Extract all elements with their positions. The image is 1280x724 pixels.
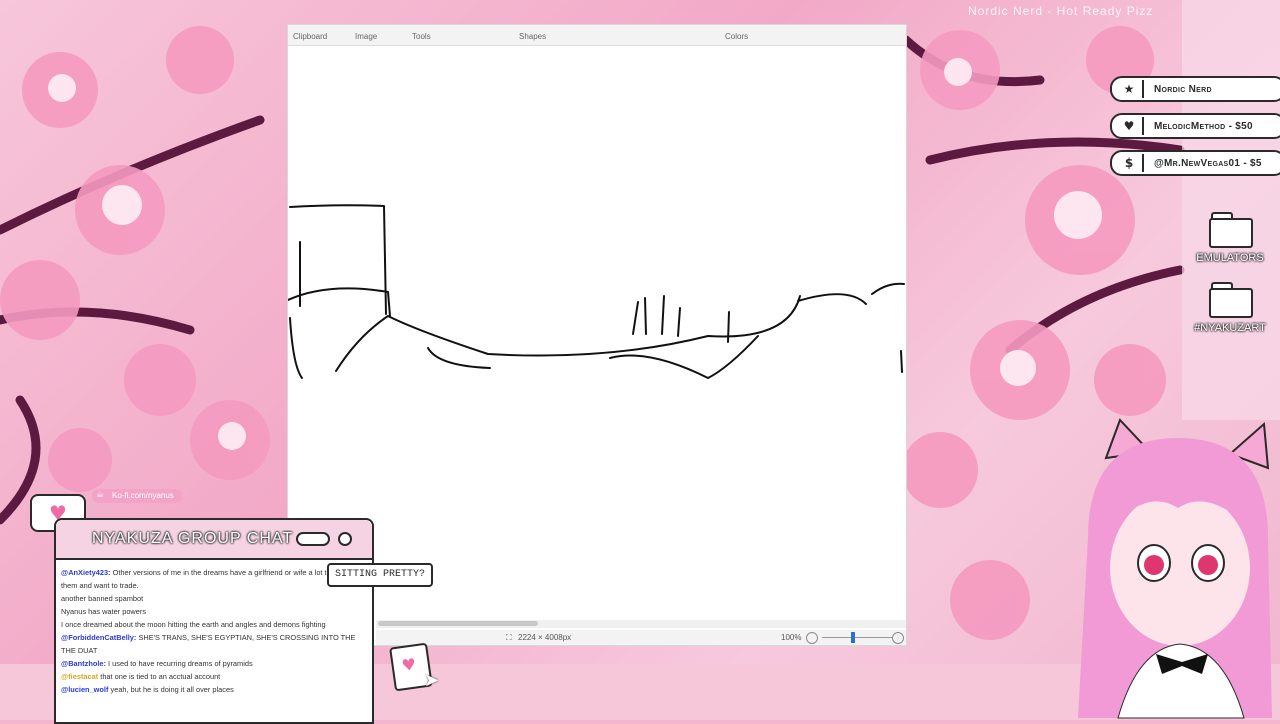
- alert-text: @Mr.NewVegas01 - $5: [1154, 157, 1262, 169]
- chat-title: NYAKUZA GROUP CHAT: [92, 530, 294, 547]
- chat-messages: @AnXiety423: Other versions of me in the…: [61, 566, 367, 696]
- canvas-dimensions: 2224 × 4008px: [518, 633, 572, 642]
- paint-window: Clipboard Image Tools Shapes Colors ⛶ 22…: [287, 25, 906, 645]
- folder-icon: [1207, 212, 1253, 248]
- ribbon-tools[interactable]: Tools: [412, 32, 431, 41]
- speech-bubble: SITTING PRETTY?: [327, 563, 434, 587]
- cursor-icon: ➤: [424, 670, 440, 691]
- paint-statusbar: ⛶ 2224 × 4008px 100%: [376, 630, 906, 645]
- folder-label: EMULATORS: [1196, 252, 1264, 264]
- kofi-cup-icon: ☕: [96, 490, 105, 500]
- chat-message: @lucien_wolf yeah, but he is doing it al…: [61, 685, 234, 694]
- chat-window-dot: [338, 532, 352, 546]
- now-playing-ticker: Nordic Nerd - Hot Ready Pizz: [968, 4, 1154, 18]
- scrollbar-thumb[interactable]: [378, 621, 538, 626]
- alert-text: Nordic Nerd: [1154, 83, 1212, 95]
- chat-message: @fiestacat that one is tied to an acctua…: [61, 672, 221, 681]
- chat-header: NYAKUZA GROUP CHAT: [56, 520, 372, 560]
- chat-message: another banned spambot: [61, 594, 144, 603]
- folder-icon: [1207, 282, 1253, 318]
- right-overlay-panel: [1182, 0, 1280, 420]
- chat-panel: NYAKUZA GROUP CHAT @AnXiety423: Other ve…: [54, 518, 374, 724]
- ribbon-image[interactable]: Image: [355, 32, 377, 41]
- ribbon-clipboard[interactable]: Clipboard: [293, 32, 327, 41]
- dollar-icon: $: [1116, 154, 1144, 172]
- heart-icon: ♥: [1116, 117, 1144, 135]
- vtuber-avatar: [1058, 418, 1280, 720]
- horizontal-scrollbar[interactable]: [376, 620, 906, 628]
- folder-nyakuzart[interactable]: #NYAKUZART: [1186, 282, 1274, 334]
- ribbon-shapes[interactable]: Shapes: [519, 32, 546, 41]
- zoom-in-icon[interactable]: [892, 632, 904, 644]
- zoom-slider-thumb[interactable]: [851, 632, 855, 643]
- alert-text: MelodicMethod - $50: [1154, 120, 1253, 132]
- folder-label: #NYAKUZART: [1194, 322, 1266, 334]
- canvas-sketch: [287, 204, 905, 379]
- drawing-canvas[interactable]: [287, 46, 906, 621]
- zoom-slider[interactable]: [822, 637, 892, 638]
- chat-message: Nyanus has water powers: [61, 607, 147, 616]
- zoom-level: 100%: [781, 633, 802, 642]
- star-icon: ★: [1116, 80, 1144, 98]
- zoom-out-icon[interactable]: [806, 632, 818, 644]
- chat-message: @ForbiddenCatBelly: SHE'S TRANS, SHE'S E…: [61, 633, 356, 655]
- alerts-list: ★ Nordic Nerd ♥ MelodicMethod - $50 $ @M…: [1110, 76, 1280, 187]
- dimensions-icon: ⛶: [506, 633, 512, 642]
- ribbon-colors[interactable]: Colors: [725, 32, 748, 41]
- alert-follow: ★ Nordic Nerd: [1110, 76, 1280, 102]
- chat-message: I once dreamed about the moon hitting th…: [61, 620, 326, 629]
- chat-message: @Bantzhole: I used to have recurring dre…: [61, 659, 253, 668]
- kofi-link[interactable]: Ko-fi.com/nyanus: [92, 489, 182, 503]
- chat-window-control: [296, 532, 330, 546]
- chat-message: @AnXiety423: Other versions of me in the…: [61, 568, 358, 590]
- folder-emulators[interactable]: EMULATORS: [1186, 212, 1274, 264]
- paint-ribbon: Clipboard Image Tools Shapes Colors: [288, 25, 906, 46]
- alert-tip: $ @Mr.NewVegas01 - $5: [1110, 150, 1280, 176]
- alert-donation: ♥ MelodicMethod - $50: [1110, 113, 1280, 139]
- avatar-illustration: [1078, 418, 1272, 719]
